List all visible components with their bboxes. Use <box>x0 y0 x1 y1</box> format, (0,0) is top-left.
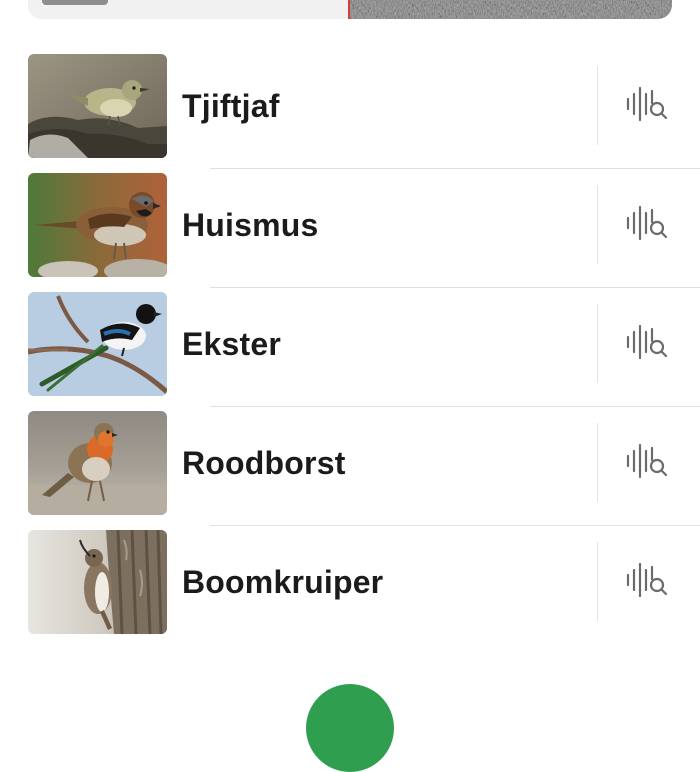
bird-photo <box>28 530 167 634</box>
analyze-sound-button[interactable] <box>620 80 674 128</box>
divider <box>597 423 598 502</box>
species-list: Tjiftjaf Huismus Ekster Roodborst Boomkr… <box>0 50 700 645</box>
bird-photo <box>28 292 167 396</box>
bird-photo <box>28 173 167 277</box>
list-item[interactable]: Ekster <box>0 288 700 407</box>
analyze-sound-button[interactable] <box>620 199 674 247</box>
analyze-sound-button[interactable] <box>620 556 674 604</box>
recording-info-pane <box>28 0 349 19</box>
recording-card[interactable] <box>28 0 672 19</box>
species-name: Huismus <box>182 207 319 243</box>
list-item[interactable]: Tjiftjaf <box>0 50 700 169</box>
analyze-sound-icon <box>626 443 668 479</box>
divider <box>597 185 598 264</box>
analyze-sound-icon <box>626 86 668 122</box>
list-item[interactable]: Boomkruiper <box>0 526 700 645</box>
recording-label-chip <box>42 0 108 5</box>
spectrogram[interactable] <box>349 0 672 19</box>
analyze-sound-icon <box>626 562 668 598</box>
bird-photo <box>28 411 167 515</box>
list-item[interactable]: Roodborst <box>0 407 700 526</box>
divider <box>597 66 598 145</box>
species-name: Boomkruiper <box>182 564 384 600</box>
playback-cursor <box>348 0 350 19</box>
analyze-sound-icon <box>626 205 668 241</box>
species-name: Roodborst <box>182 445 346 481</box>
species-name: Ekster <box>182 326 282 362</box>
analyze-sound-button[interactable] <box>620 437 674 485</box>
record-button[interactable] <box>306 684 394 772</box>
list-item[interactable]: Huismus <box>0 169 700 288</box>
analyze-sound-button[interactable] <box>620 318 674 366</box>
divider <box>597 542 598 621</box>
bird-photo <box>28 54 167 158</box>
species-name: Tjiftjaf <box>182 88 280 124</box>
divider <box>597 304 598 383</box>
analyze-sound-icon <box>626 324 668 360</box>
